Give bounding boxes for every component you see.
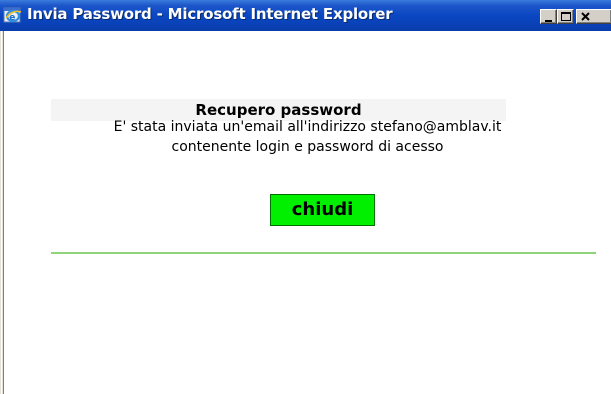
maximize-icon (561, 12, 571, 21)
close-button[interactable]: chiudi (270, 194, 375, 226)
window-frame-highlight (1, 31, 2, 394)
popup-window: e Invia Password - Microsoft Internet Ex… (0, 0, 611, 394)
minimize-button[interactable] (540, 9, 557, 24)
window-title: Invia Password - Microsoft Internet Expl… (27, 5, 393, 23)
close-icon (581, 12, 590, 21)
page-title: Recupero password (195, 101, 362, 119)
page-content: Recupero password E' stata inviata un'em… (4, 31, 611, 394)
divider (51, 252, 596, 254)
message-line-1: E' stata inviata un'email all'indirizzo … (113, 119, 502, 135)
close-window-button[interactable] (576, 9, 611, 24)
minimize-icon (545, 20, 552, 22)
heading-bar: Recupero password (51, 99, 506, 121)
maximize-button[interactable] (557, 9, 574, 24)
message-line-2: contenente login e password di acesso (171, 139, 444, 155)
title-bar[interactable]: e Invia Password - Microsoft Internet Ex… (0, 0, 611, 31)
internet-explorer-icon: e (3, 5, 23, 25)
